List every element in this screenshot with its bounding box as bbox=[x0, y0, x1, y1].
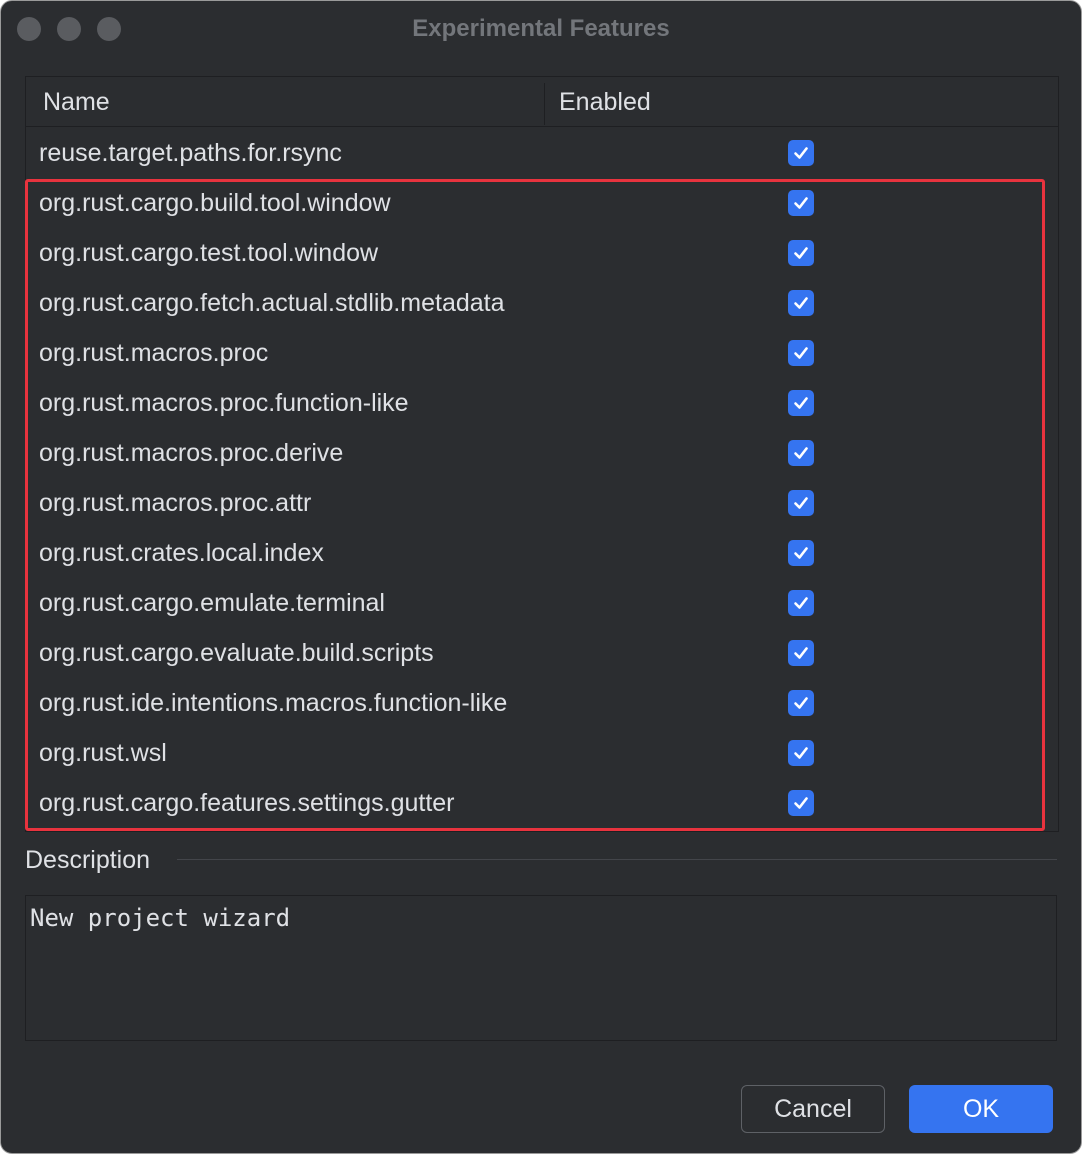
feature-name: org.rust.cargo.build.tool.window bbox=[39, 189, 391, 217]
dialog-title: Experimental Features bbox=[412, 15, 670, 42]
feature-name: org.rust.macros.proc.derive bbox=[39, 439, 344, 467]
table-row[interactable]: org.rust.wsl bbox=[26, 728, 1056, 778]
table-row[interactable]: org.rust.cargo.build.tool.window bbox=[26, 178, 1056, 228]
checkmark-icon bbox=[794, 197, 808, 209]
feature-name: org.rust.macros.proc.attr bbox=[39, 489, 312, 517]
enabled-checkbox[interactable] bbox=[788, 490, 814, 516]
table-row[interactable]: org.rust.macros.proc.derive bbox=[26, 428, 1056, 478]
enabled-checkbox[interactable] bbox=[788, 290, 814, 316]
checkmark-icon bbox=[794, 697, 808, 709]
feature-name: org.rust.cargo.test.tool.window bbox=[39, 239, 379, 267]
checkmark-icon bbox=[794, 547, 808, 559]
table-row[interactable]: org.rust.macros.proc bbox=[26, 328, 1056, 378]
enabled-checkbox[interactable] bbox=[788, 540, 814, 566]
table-row[interactable]: org.rust.cargo.features.settings.gutter bbox=[26, 778, 1056, 828]
feature-name: org.rust.ide.intentions.macros.function-… bbox=[39, 689, 508, 717]
feature-name: reuse.target.paths.for.rsync bbox=[39, 139, 342, 167]
checkmark-icon bbox=[794, 497, 808, 509]
table-row[interactable]: org.rust.macros.proc.function-like bbox=[26, 378, 1056, 428]
checkmark-icon bbox=[794, 647, 808, 659]
enabled-checkbox[interactable] bbox=[788, 190, 814, 216]
checkmark-icon bbox=[794, 747, 808, 759]
checkmark-icon bbox=[794, 397, 808, 409]
checkmark-icon bbox=[794, 247, 808, 259]
table-row[interactable]: reuse.target.paths.for.rsync bbox=[26, 128, 1056, 178]
table-row[interactable]: org.rust.ide.intentions.macros.function-… bbox=[26, 678, 1056, 728]
description-label: Description bbox=[25, 846, 151, 874]
ok-button[interactable]: OK bbox=[909, 1085, 1053, 1133]
checkmark-icon bbox=[794, 597, 808, 609]
enabled-checkbox[interactable] bbox=[788, 590, 814, 616]
enabled-checkbox[interactable] bbox=[788, 740, 814, 766]
feature-name: org.rust.cargo.emulate.terminal bbox=[39, 589, 385, 617]
column-header-enabled[interactable]: Enabled bbox=[559, 77, 651, 126]
enabled-checkbox[interactable] bbox=[788, 440, 814, 466]
description-divider bbox=[177, 859, 1057, 860]
description-text: New project wizard bbox=[30, 904, 291, 932]
column-divider[interactable] bbox=[544, 83, 545, 125]
features-table: Name Enabled reuse.target.paths.for.rsyn… bbox=[25, 76, 1059, 832]
title-bar: Experimental Features bbox=[1, 1, 1081, 55]
enabled-checkbox[interactable] bbox=[788, 640, 814, 666]
feature-name: org.rust.macros.proc.function-like bbox=[39, 389, 409, 417]
table-row[interactable]: org.rust.cargo.emulate.terminal bbox=[26, 578, 1056, 628]
feature-name: org.rust.crates.local.index bbox=[39, 539, 324, 567]
enabled-checkbox[interactable] bbox=[788, 790, 814, 816]
table-row[interactable]: org.rust.cargo.test.tool.window bbox=[26, 228, 1056, 278]
feature-name: org.rust.wsl bbox=[39, 739, 167, 767]
table-row[interactable]: org.rust.crates.local.index bbox=[26, 528, 1056, 578]
description-text-area[interactable]: New project wizard bbox=[25, 895, 1057, 1041]
enabled-checkbox[interactable] bbox=[788, 140, 814, 166]
checkmark-icon bbox=[794, 297, 808, 309]
enabled-checkbox[interactable] bbox=[788, 240, 814, 266]
checkmark-icon bbox=[794, 447, 808, 459]
feature-name: org.rust.macros.proc bbox=[39, 339, 269, 367]
checkmark-icon bbox=[794, 797, 808, 809]
feature-name: org.rust.cargo.evaluate.build.scripts bbox=[39, 639, 434, 667]
enabled-checkbox[interactable] bbox=[788, 390, 814, 416]
column-header-name[interactable]: Name bbox=[43, 77, 110, 126]
table-header: Name Enabled bbox=[26, 77, 1058, 127]
feature-name: org.rust.cargo.features.settings.gutter bbox=[39, 789, 455, 817]
table-row[interactable]: org.rust.cargo.fetch.actual.stdlib.metad… bbox=[26, 278, 1056, 328]
table-row[interactable]: org.rust.cargo.evaluate.build.scripts bbox=[26, 628, 1056, 678]
table-row[interactable]: org.rust.macros.proc.attr bbox=[26, 478, 1056, 528]
cancel-button[interactable]: Cancel bbox=[741, 1085, 885, 1133]
checkmark-icon bbox=[794, 347, 808, 359]
checkmark-icon bbox=[794, 147, 808, 159]
feature-name: org.rust.cargo.fetch.actual.stdlib.metad… bbox=[39, 289, 505, 317]
enabled-checkbox[interactable] bbox=[788, 340, 814, 366]
experimental-features-dialog: Experimental Features Name Enabled reuse… bbox=[0, 0, 1082, 1154]
enabled-checkbox[interactable] bbox=[788, 690, 814, 716]
